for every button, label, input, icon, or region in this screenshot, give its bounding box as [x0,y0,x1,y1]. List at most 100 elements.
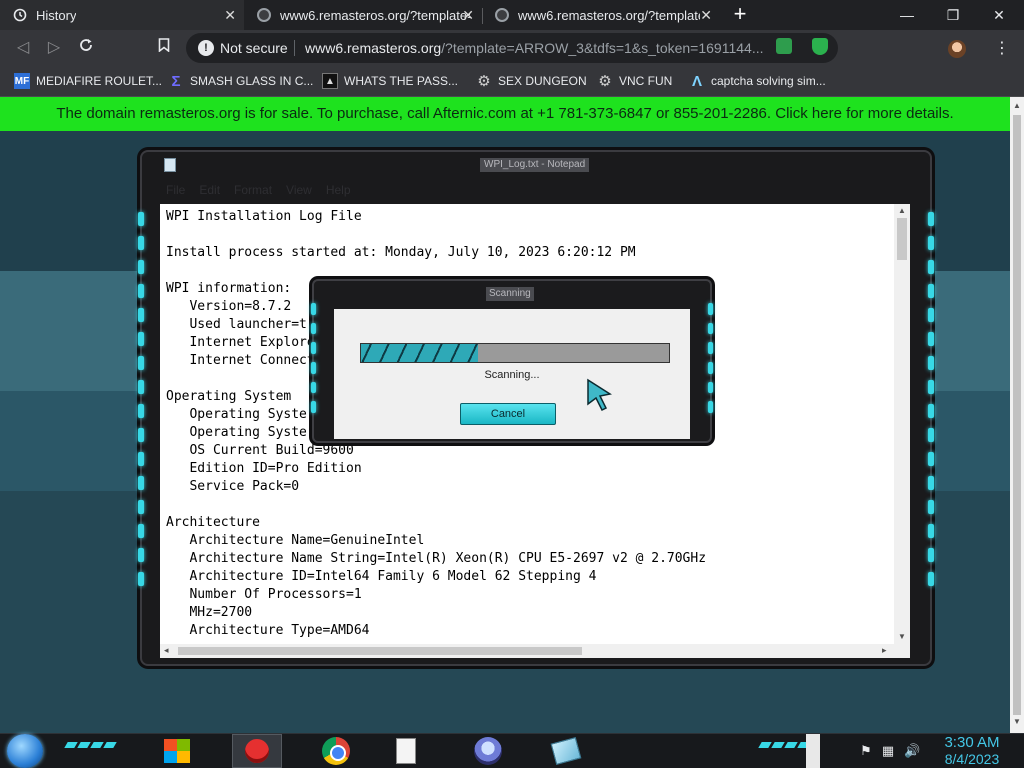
taskbar-app-avatar[interactable] [463,734,513,768]
resize-grip[interactable] [894,644,910,658]
cancel-button[interactable]: Cancel [460,403,556,425]
scroll-up-icon[interactable]: ▲ [898,206,906,215]
domain-sale-banner[interactable]: The domain remasteros.org is for sale. T… [0,97,1010,131]
bookmark-label: SEX DUNGEON [498,74,587,88]
taskbar-app-chrome[interactable] [311,734,361,768]
bookmark-smash-glass[interactable]: Σ SMASH GLASS IN C... [168,72,313,90]
taskbar-app-windows[interactable] [152,734,202,768]
bookmark-page-button[interactable] [153,37,175,59]
frame-lights-right [928,212,934,612]
bookmark-label: SMASH GLASS IN C... [190,74,314,88]
scroll-up-icon[interactable]: ▲ [1013,101,1021,110]
menu-file[interactable]: File [166,182,185,198]
url-path: /?template=ARROW_3&tdfs=1&s_token=169114… [441,40,764,56]
scroll-down-icon[interactable]: ▼ [1013,717,1021,726]
log-line: Service Pack=0 [166,479,300,494]
taskbar-app-notes[interactable] [541,734,591,768]
bookmark-sex-dungeon[interactable]: ⚙ SEX DUNGEON [476,72,587,90]
security-label[interactable]: Not secure [220,40,288,56]
menu-format[interactable]: Format [234,182,272,198]
address-bar[interactable]: ! Not secure www6.remasteros.org/?templa… [186,33,838,63]
browser-toolbar: ◁ ▷ ! Not secure www6.remasteros.org/?te… [0,30,1024,66]
vertical-scrollbar[interactable]: ▲ ▼ [894,204,910,644]
taskbar-accent [64,742,117,748]
maximize-button[interactable]: ❐ [930,0,976,30]
menu-help[interactable]: Help [326,182,351,198]
log-line: Architecture [166,515,260,530]
installer-app-icon [245,739,269,763]
scan-status-text: Scanning... [484,369,540,381]
reload-button[interactable] [75,37,97,59]
forward-button[interactable]: ▷ [43,37,65,59]
tab-remasteros-2[interactable]: www6.remasteros.org/?template= ✕ [482,0,720,30]
profile-avatar[interactable] [948,40,966,58]
arrow-logo-icon: Λ [691,72,702,90]
bookmark-vnc-fun[interactable]: ⚙ VNC FUN [597,72,672,90]
log-line: OS Current Build=9600 [166,443,354,458]
mediafire-icon: MF [14,73,30,89]
log-line: MHz=2700 [166,605,253,620]
log-line: Architecture Name=GenuineIntel [166,533,425,548]
bookmark-whats-the-pass[interactable]: ▲ WHATS THE PASS... [322,72,458,90]
start-button[interactable] [7,734,43,768]
bookmarks-bar: MF MEDIAFIRE ROULET... Σ SMASH GLASS IN … [0,66,1024,97]
menu-view[interactable]: View [286,182,312,198]
volume-icon[interactable]: 🔊 [904,743,920,759]
progress-fill [361,344,479,362]
taskbar: ⚑ ▦ 🔊 3:30 AM 8/4/2023 [0,733,1024,768]
clock-time: 3:30 AM [944,734,1000,751]
bookmark-label: VNC FUN [619,74,673,88]
notepad-app-icon [396,738,416,764]
notes-app-icon [550,737,582,765]
new-tab-button[interactable]: + [730,3,750,26]
taskbar-scroller[interactable] [806,734,820,768]
bookmark-mediafire[interactable]: MF MEDIAFIRE ROULET... [14,72,162,90]
url-text[interactable]: www6.remasteros.org/?template=ARROW_3&td… [305,40,775,56]
taskbar-app-notepad[interactable] [381,734,431,768]
minimize-button[interactable]: — [884,0,930,30]
info-icon[interactable]: ! [198,40,214,56]
scroll-down-icon[interactable]: ▼ [898,632,906,641]
scroll-thumb[interactable] [178,647,582,655]
globe-icon [494,7,510,23]
menu-edit[interactable]: Edit [199,182,220,198]
scroll-thumb[interactable] [1013,115,1021,715]
network-icon[interactable]: ▦ [880,743,896,759]
close-tab-icon[interactable]: ✕ [700,7,712,24]
log-line: Architecture Type=AMD64 [166,623,370,638]
tab-history[interactable]: History ✕ [0,0,244,30]
close-window-button[interactable]: ✕ [976,0,1022,30]
system-clock[interactable]: 3:30 AM 8/4/2023 [930,734,1014,768]
sigma-icon: Σ [171,72,181,90]
back-button[interactable]: ◁ [12,37,34,59]
horizontal-scrollbar[interactable]: ◂ ▸ [160,644,894,658]
close-tab-icon[interactable]: ✕ [462,7,474,24]
extension-shield-icon[interactable] [812,38,828,55]
scanning-dialog: Scanning Scanning... Cancel [311,279,713,443]
tab-label: History [36,7,77,23]
frame-lights-left [138,212,144,612]
log-line: Install process started at: Monday, July… [166,245,636,260]
bookmark-captcha[interactable]: Λ captcha solving sim... [689,72,826,90]
browser-menu-icon[interactable]: ⋮ [994,38,1010,58]
anime-avatar-icon [474,737,502,765]
tab-remasteros-1[interactable]: www6.remasteros.org/?template= ✕ [244,0,482,30]
url-host: www6.remasteros.org [305,40,442,56]
dialog-body: Scanning... Cancel [334,309,690,439]
scroll-thumb[interactable] [897,218,907,260]
scroll-right-icon[interactable]: ▸ [882,645,887,656]
taskbar-app-installer[interactable] [232,734,282,768]
close-tab-icon[interactable]: ✕ [224,7,236,24]
frame-lights-right [708,303,713,414]
action-center-flag-icon[interactable]: ⚑ [858,743,874,759]
notepad-menubar: File Edit Format View Help [160,182,912,198]
extension-sheets-icon[interactable] [776,38,792,54]
frame-lights-left [311,303,316,414]
page-scrollbar[interactable]: ▲ ▼ [1010,97,1024,733]
scroll-left-icon[interactable]: ◂ [164,645,169,656]
chrome-icon [322,737,350,765]
log-line: Number Of Processors=1 [166,587,362,602]
gear-icon: ⚙ [598,73,612,90]
